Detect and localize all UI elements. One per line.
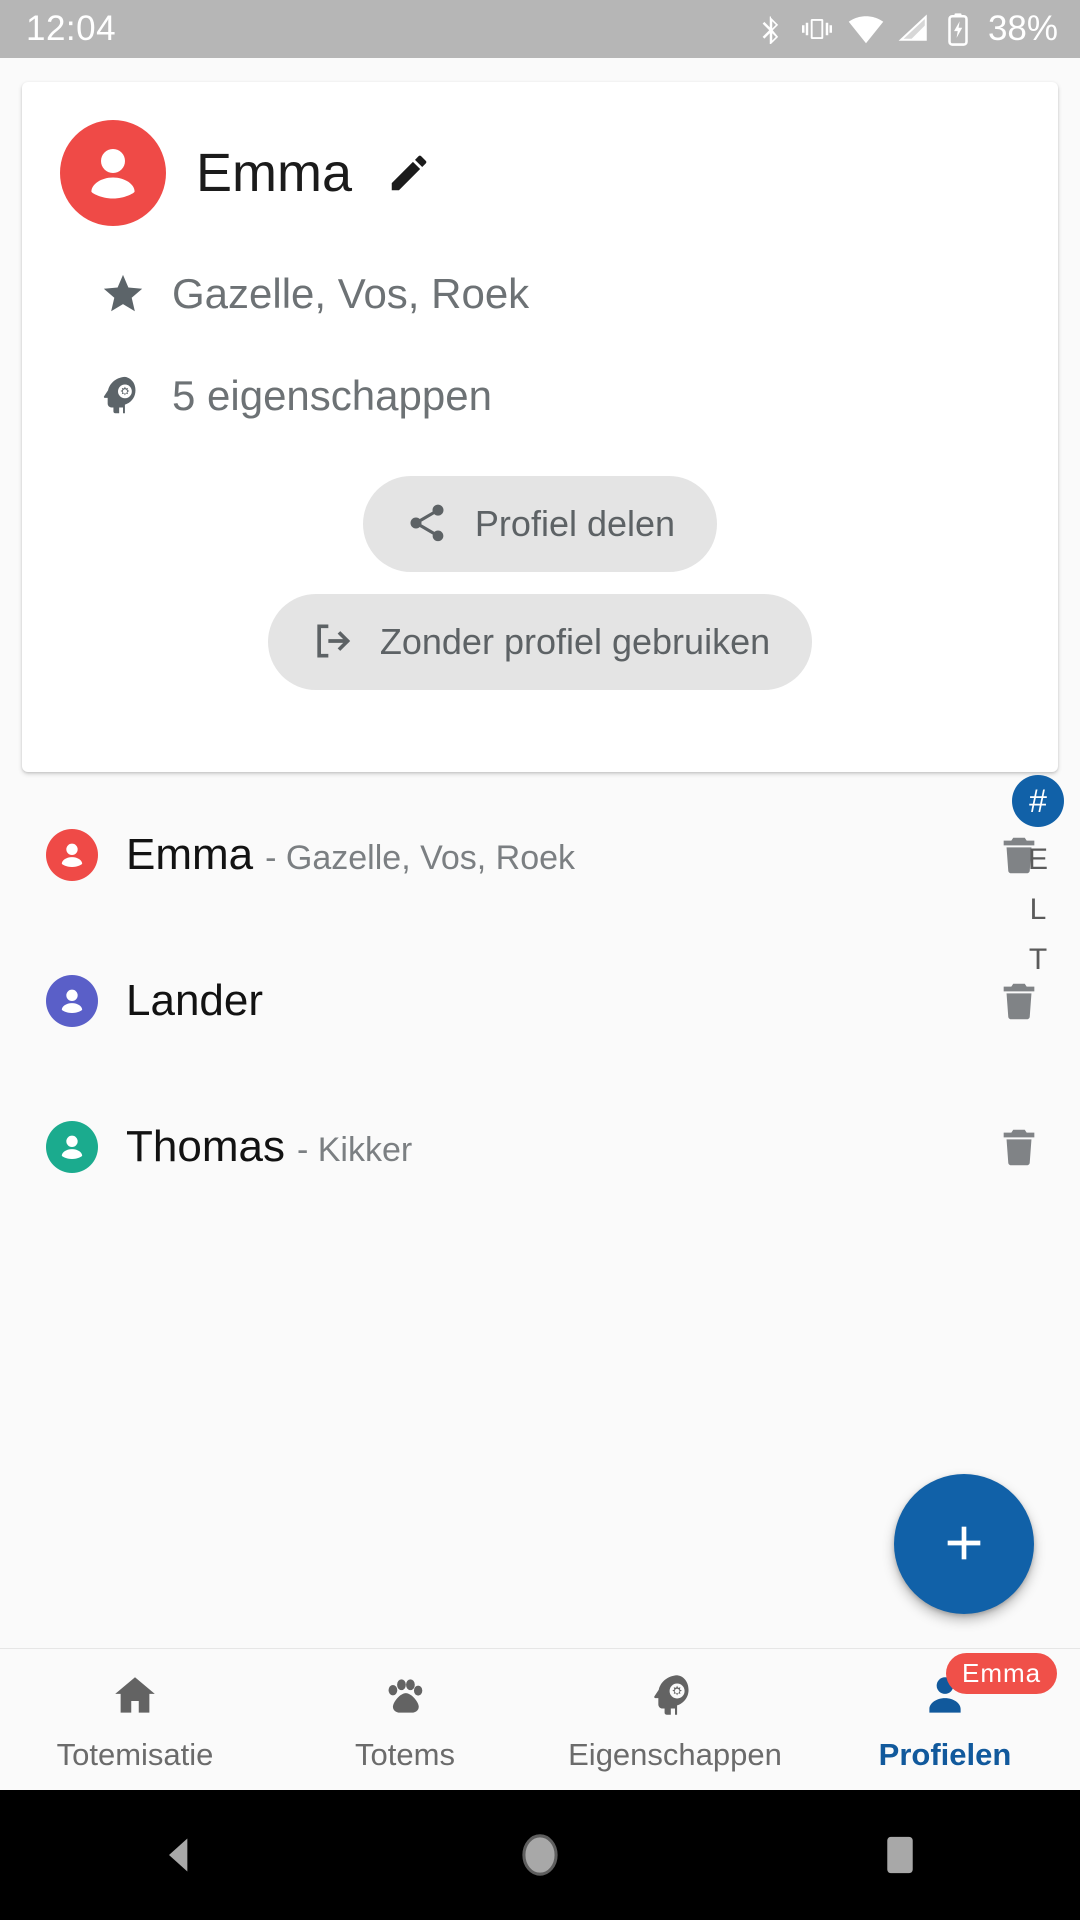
cellular-signal-icon	[898, 14, 932, 44]
tab-profielen[interactable]: Emma Profielen	[810, 1649, 1080, 1790]
status-bar: 12:04 38%	[0, 0, 1080, 58]
pencil-icon[interactable]	[386, 150, 432, 196]
list-item-text: Emma - Gazelle, Vos, Roek	[126, 830, 575, 880]
list-item-subtitle: - Gazelle, Vos, Roek	[265, 839, 576, 877]
app-screen: 12:04 38% Emma Gazelle, Vos, Roek 5 eige…	[0, 0, 1080, 1920]
status-badge: Emma	[946, 1652, 1058, 1694]
tab-profielen-label: Profielen	[878, 1736, 1012, 1772]
person-icon: Emma	[920, 1652, 1058, 1725]
page-title: Emma	[196, 143, 353, 203]
wifi-icon	[848, 14, 884, 44]
logout-button-row: Zonder profiel gebruiken	[22, 594, 1058, 690]
psychology-icon	[100, 373, 150, 419]
list-item[interactable]: Thomas - Kikker	[0, 1092, 1080, 1202]
tab-totems[interactable]: Totems	[270, 1649, 540, 1790]
bluetooth-icon	[756, 12, 786, 46]
logout-icon	[310, 619, 354, 666]
totems-list: Gazelle, Vos, Roek	[172, 270, 530, 317]
back-triangle-icon[interactable]	[100, 1790, 260, 1920]
home-icon	[110, 1667, 160, 1725]
alpha-index-letter-e[interactable]: E	[1028, 843, 1048, 877]
home-circle-icon[interactable]	[460, 1790, 620, 1920]
paw-icon	[380, 1667, 430, 1725]
tab-totemisatie-label: Totemisatie	[56, 1736, 214, 1772]
list-item-name: Thomas	[126, 1122, 285, 1171]
share-icon	[405, 501, 449, 548]
share-button-row: Profiel delen	[22, 476, 1058, 572]
tab-eigenschappen[interactable]: Eigenschappen	[540, 1649, 810, 1790]
list-item-name: Emma	[126, 830, 254, 879]
status-bar-clock: 12:04	[26, 9, 117, 48]
avatar	[46, 975, 98, 1027]
plus-icon	[936, 1515, 992, 1574]
list-item-name: Lander	[126, 976, 264, 1025]
avatar	[46, 1121, 98, 1173]
properties-row: 5 eigenschappen	[22, 372, 1058, 420]
avatar	[46, 829, 98, 881]
battery-percentage: 38%	[987, 9, 1058, 48]
list-item[interactable]: Lander	[0, 946, 1080, 1056]
add-profile-button[interactable]	[894, 1474, 1034, 1614]
battery-charging-icon	[946, 12, 970, 46]
profile-card-header: Emma	[22, 82, 1058, 226]
android-system-nav	[0, 1790, 1080, 1920]
vibrate-icon	[800, 14, 834, 44]
alpha-index-letter-t[interactable]: T	[1029, 943, 1047, 977]
delete-profile-button[interactable]	[996, 976, 1042, 1026]
list-item-text: Thomas - Kikker	[126, 1122, 412, 1172]
use-without-profile-button[interactable]: Zonder profiel gebruiken	[267, 594, 813, 690]
tab-totems-label: Totems	[355, 1736, 455, 1772]
alpha-index-letter-l[interactable]: L	[1030, 893, 1047, 927]
list-item-text: Lander	[126, 976, 275, 1026]
profile-list: Emma - Gazelle, Vos, Roek Lander Thomas …	[0, 800, 1080, 1202]
bottom-navigation: Totemisatie Totems Eigenschappen Emma Pr…	[0, 1648, 1080, 1790]
share-profile-button[interactable]: Profiel delen	[362, 476, 718, 572]
status-bar-icons: 38%	[756, 9, 1058, 49]
delete-profile-button[interactable]	[996, 1122, 1042, 1172]
active-profile-card: Emma Gazelle, Vos, Roek 5 eigenschappen …	[22, 82, 1058, 772]
use-without-profile-label: Zonder profiel gebruiken	[379, 621, 771, 662]
share-profile-label: Profiel delen	[474, 503, 676, 544]
properties-count: 5 eigenschappen	[172, 372, 492, 419]
star-icon	[100, 271, 150, 317]
list-item-subtitle: - Kikker	[296, 1131, 413, 1169]
tab-eigenschappen-label: Eigenschappen	[568, 1736, 782, 1772]
psychology-icon	[650, 1667, 700, 1725]
alpha-index-hash[interactable]: #	[1012, 775, 1064, 827]
recents-square-icon[interactable]	[820, 1790, 980, 1920]
totems-row: Gazelle, Vos, Roek	[22, 270, 1058, 318]
alphabet-index[interactable]: # E L T	[1010, 775, 1066, 977]
avatar	[60, 120, 166, 226]
tab-totemisatie[interactable]: Totemisatie	[0, 1649, 270, 1790]
list-item[interactable]: Emma - Gazelle, Vos, Roek	[0, 800, 1080, 910]
